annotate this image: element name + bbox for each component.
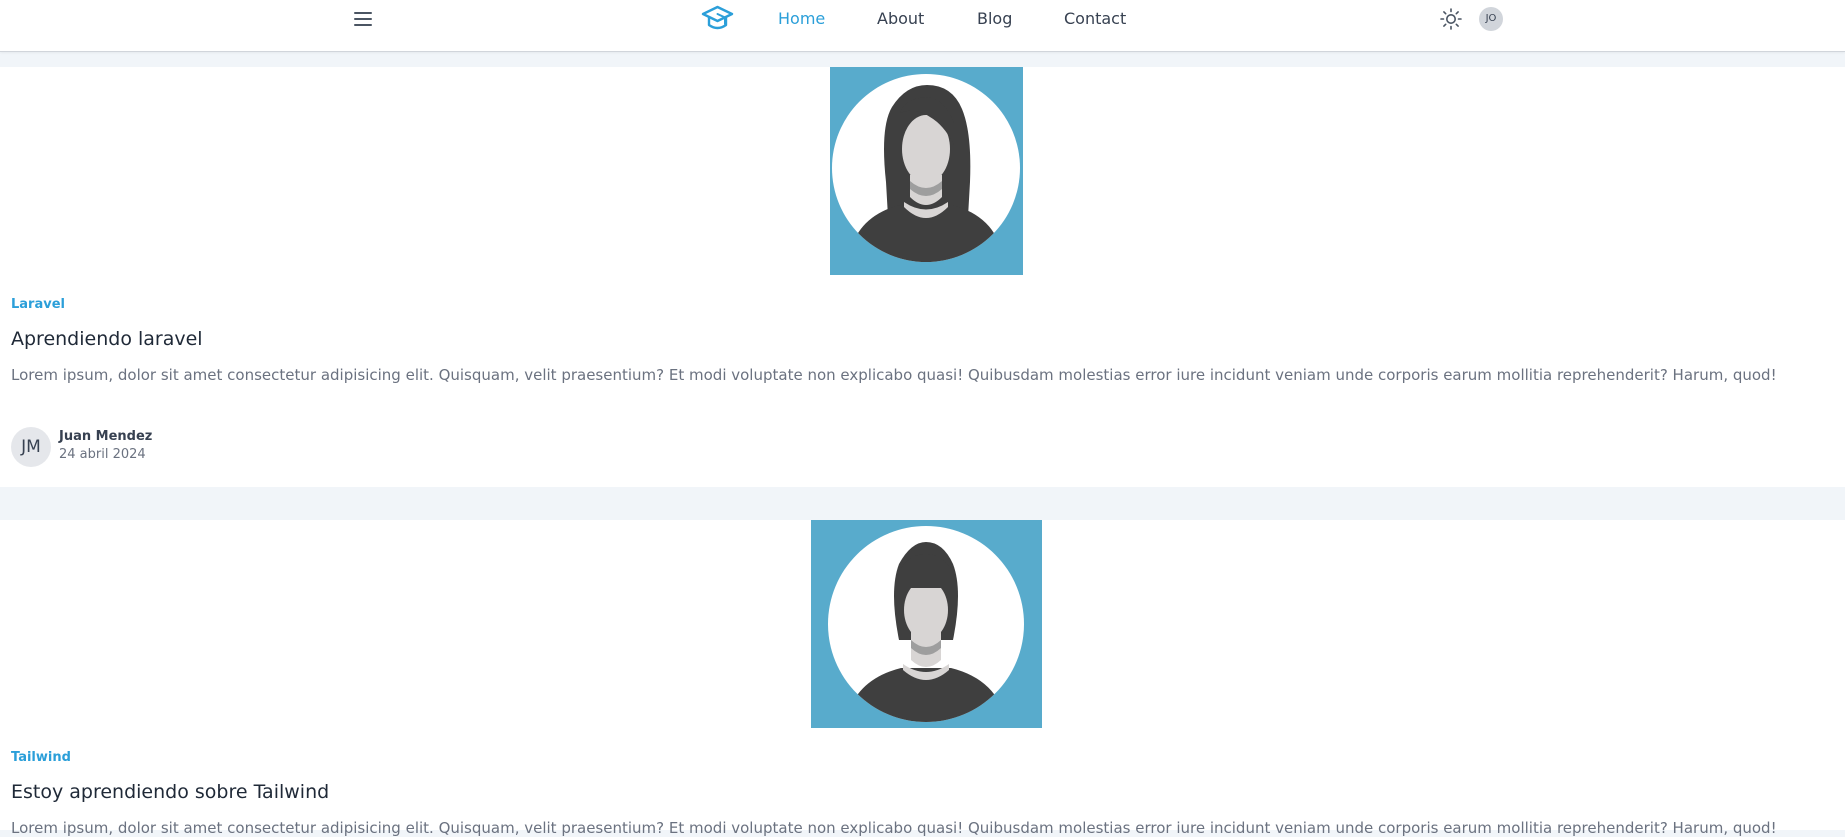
user-avatar[interactable]: JO: [1479, 7, 1503, 31]
post-image-female-avatar[interactable]: [811, 520, 1042, 728]
hamburger-menu-icon[interactable]: [350, 8, 376, 30]
post-excerpt: Lorem ipsum, dolor sit amet consectetur …: [11, 819, 1777, 837]
navbar: Home About Blog Contact JO: [0, 0, 1845, 52]
nav-link-about[interactable]: About: [877, 9, 924, 28]
post-category-tag[interactable]: Laravel: [11, 297, 65, 312]
nav-link-home[interactable]: Home: [778, 9, 825, 28]
post-card: Tailwind Estoy aprendiendo sobre Tailwin…: [0, 520, 1845, 837]
post-card: Laravel Aprendiendo laravel Lorem ipsum,…: [0, 67, 1845, 487]
nav-link-contact[interactable]: Contact: [1064, 9, 1126, 28]
post-category-tag[interactable]: Tailwind: [11, 750, 71, 765]
post-excerpt: Lorem ipsum, dolor sit amet consectetur …: [11, 366, 1777, 384]
post-title[interactable]: Estoy aprendiendo sobre Tailwind: [11, 781, 329, 803]
author-avatar: JM: [11, 427, 51, 467]
sun-theme-toggle-icon[interactable]: [1439, 7, 1463, 31]
nav-link-blog[interactable]: Blog: [977, 9, 1012, 28]
post-image-female-avatar[interactable]: [830, 67, 1023, 275]
author-name: Juan Mendez: [59, 429, 153, 444]
post-title[interactable]: Aprendiendo laravel: [11, 328, 203, 350]
post-date: 24 abril 2024: [59, 447, 146, 462]
graduation-cap-logo-icon[interactable]: [701, 4, 734, 34]
